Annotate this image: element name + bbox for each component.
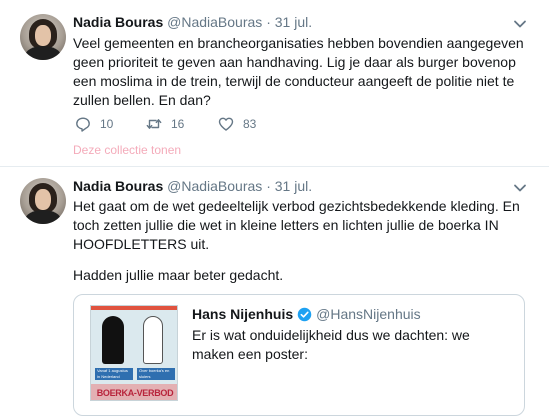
- show-collection-link[interactable]: Deze collectie tonen: [73, 143, 181, 157]
- poster-image[interactable]: Vanaf 1 augustus in Nederland Over boerk…: [90, 305, 178, 401]
- chevron-down-icon[interactable]: [513, 181, 527, 195]
- quoted-author-handle[interactable]: @HansNijenhuis: [316, 306, 420, 322]
- quoted-text: Er is wat onduidelijkheid dus we dachten…: [192, 327, 470, 362]
- reply-count: 10: [100, 117, 114, 131]
- chevron-down-icon[interactable]: [513, 17, 527, 31]
- tweet-text-2: Hadden jullie maar beter gedacht.: [73, 267, 284, 283]
- figure-outline: [143, 316, 163, 364]
- poster-banner: BOERKA-VERBOD: [91, 384, 177, 400]
- poster-label: Over boerka's en sluiers: [137, 368, 175, 380]
- tweet[interactable]: Nadia Bouras @NadiaBouras · 31 jul. Het …: [0, 166, 549, 420]
- reply-button[interactable]: 10: [75, 116, 113, 132]
- retweet-button[interactable]: 16: [146, 116, 184, 132]
- avatar[interactable]: [20, 178, 66, 224]
- separator-dot: ·: [266, 178, 271, 194]
- tweet-date[interactable]: 31 jul.: [275, 178, 312, 194]
- heart-icon: [218, 117, 234, 131]
- tweet[interactable]: Nadia Bouras @NadiaBouras · 31 jul. Veel…: [0, 0, 549, 166]
- author-handle[interactable]: @NadiaBouras: [167, 14, 262, 30]
- like-count: 83: [243, 117, 257, 131]
- separator-dot: ·: [266, 14, 271, 30]
- burqa-figure: [102, 316, 124, 364]
- quoted-header: Hans Nijenhuis @HansNijenhuis: [192, 306, 421, 322]
- tweet-text: Het gaat om de wet gedeeltelijk verbod g…: [73, 198, 520, 252]
- author-name[interactable]: Nadia Bouras: [73, 178, 163, 194]
- retweet-count: 16: [171, 117, 185, 131]
- tweet-header: Nadia Bouras @NadiaBouras · 31 jul.: [73, 14, 312, 34]
- poster-label: Vanaf 1 augustus in Nederland: [95, 368, 133, 380]
- quoted-author-name[interactable]: Hans Nijenhuis: [192, 306, 293, 322]
- verified-badge-icon: [297, 307, 312, 321]
- avatar[interactable]: [20, 14, 66, 60]
- tweet-text: Veel gemeenten en brancheorganisaties he…: [73, 35, 524, 108]
- quoted-tweet[interactable]: Vanaf 1 augustus in Nederland Over boerk…: [73, 294, 525, 416]
- tweet-header: Nadia Bouras @NadiaBouras · 31 jul.: [73, 178, 312, 198]
- tweet-date[interactable]: 31 jul.: [275, 14, 312, 30]
- like-button[interactable]: 83: [218, 116, 256, 132]
- author-name[interactable]: Nadia Bouras: [73, 14, 163, 30]
- reply-icon: [76, 117, 90, 132]
- author-handle[interactable]: @NadiaBouras: [167, 178, 262, 194]
- retweet-icon: [146, 119, 162, 129]
